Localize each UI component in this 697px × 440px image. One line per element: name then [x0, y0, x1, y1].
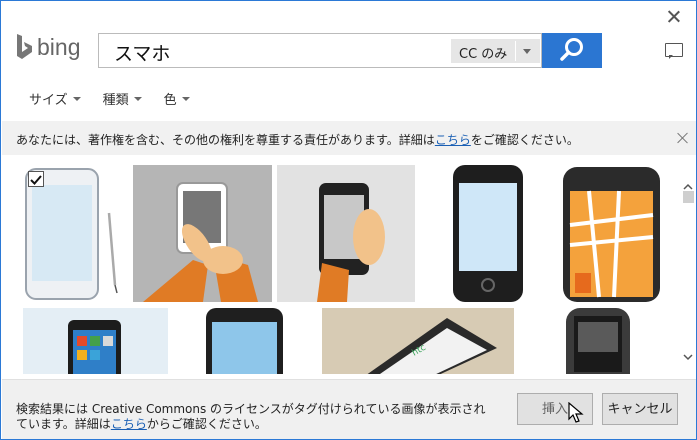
- notice-text-after: をご確認ください。: [470, 133, 579, 147]
- image-result[interactable]: [542, 308, 667, 374]
- cursor-icon: [568, 402, 584, 423]
- bing-logo: bing: [15, 31, 80, 63]
- search-icon: [560, 38, 583, 61]
- notice-text-before: あなたには、著作権を含む、その他の権利を尊重する責任があります。詳細は: [16, 133, 435, 147]
- image-result[interactable]: [420, 165, 555, 302]
- image-result[interactable]: [133, 165, 272, 302]
- image-results-grid: htc: [2, 156, 679, 374]
- footer-text-after: からご確認ください。: [146, 417, 267, 431]
- chevron-down-icon: [72, 96, 81, 101]
- filter-color[interactable]: 色: [164, 89, 190, 108]
- checkbox-checked-icon[interactable]: [28, 171, 44, 187]
- close-icon[interactable]: [663, 7, 685, 27]
- license-filter-dropdown[interactable]: CC のみ: [451, 39, 540, 63]
- footer-details-link[interactable]: こちら: [111, 417, 147, 431]
- license-filter-label: CC のみ: [459, 47, 508, 62]
- scroll-thumb[interactable]: [683, 191, 694, 203]
- image-result[interactable]: [277, 165, 415, 302]
- chevron-down-icon: [133, 96, 142, 101]
- license-filter-divider: [515, 41, 516, 61]
- filter-type[interactable]: 種類: [103, 89, 142, 108]
- bing-wordmark: bing: [37, 33, 81, 60]
- copyright-notice-bar: あなたには、著作権を含む、その他の権利を尊重する責任があります。詳細はこちらをご…: [2, 121, 696, 155]
- filter-type-label: 種類: [102, 93, 129, 108]
- scroll-up-icon[interactable]: [683, 177, 693, 190]
- notice-close-icon[interactable]: [676, 131, 690, 145]
- feedback-icon[interactable]: [665, 43, 683, 59]
- insert-pictures-dialog: bing スマホ CC のみ サイズ 種類 色 あなたには、著作権を含む、その他…: [0, 0, 697, 440]
- license-info-text: 検索結果には Creative Commons のライセンスがタグ付けられている…: [16, 402, 486, 432]
- image-result[interactable]: [23, 308, 168, 374]
- notice-text: あなたには、著作権を含む、その他の権利を尊重する責任があります。詳細はこちらをご…: [16, 131, 579, 148]
- chevron-down-icon: [181, 96, 190, 101]
- scroll-down-icon[interactable]: [683, 347, 693, 361]
- filter-bar: サイズ 種類 色: [29, 89, 212, 108]
- search-button[interactable]: [542, 33, 602, 68]
- notice-details-link[interactable]: こちら: [435, 133, 471, 147]
- dialog-footer: 検索結果には Creative Commons のライセンスがタグ付けられている…: [2, 379, 696, 439]
- filter-size-label: サイズ: [29, 93, 68, 108]
- image-result[interactable]: [559, 165, 665, 302]
- results-scrollbar[interactable]: [680, 171, 696, 361]
- chevron-down-icon[interactable]: [523, 49, 531, 54]
- image-result[interactable]: htc: [322, 308, 514, 374]
- cancel-button[interactable]: キャンセル: [602, 393, 678, 425]
- search-query[interactable]: スマホ: [114, 39, 170, 66]
- filter-color-label: 色: [163, 93, 177, 108]
- filter-size[interactable]: サイズ: [29, 89, 81, 108]
- image-result[interactable]: [188, 308, 298, 374]
- search-input[interactable]: スマホ CC のみ: [98, 33, 542, 68]
